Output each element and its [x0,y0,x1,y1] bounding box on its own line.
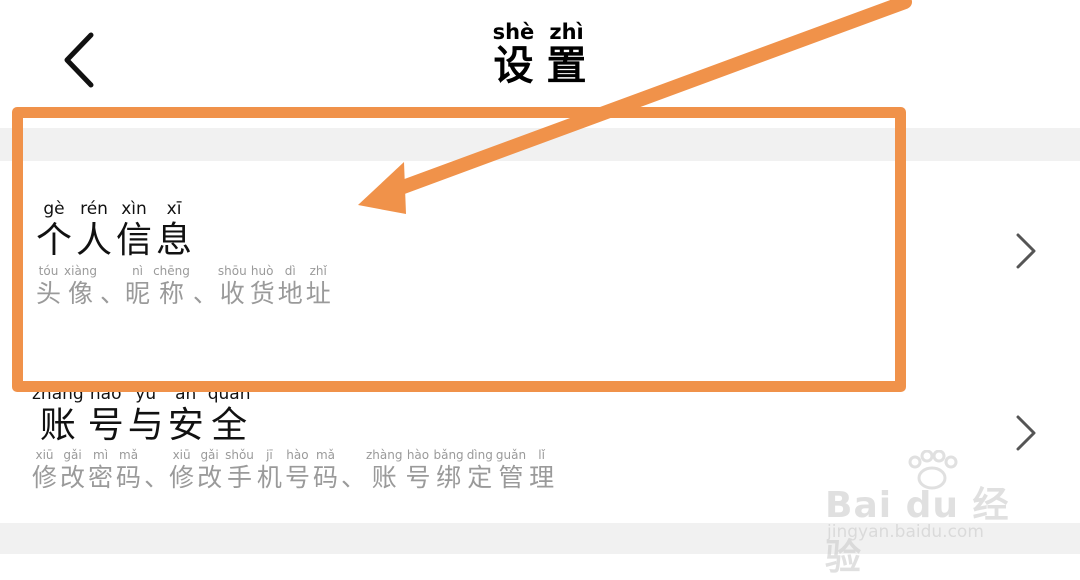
hanzi: 址 [305,279,331,308]
subtitle-char: shǒu 手 [225,449,254,490]
subtitle-char: zhàng 账 [366,449,402,490]
baidu-watermark: Bai du 经验 jingyan.baidu.com [825,450,1035,578]
separator: 、 [340,463,366,492]
hanzi: 个 [36,220,73,261]
subtitle-char: dìng 定 [467,449,493,490]
row-title: zhàng 账 hào 号 yǔ 与 ān 安 quán 全 [32,386,255,444]
hanzi: 码 [312,463,338,492]
title-char: ān 安 [168,386,204,444]
subtitle-char: dì 地 [278,265,303,306]
hanzi: 定 [467,463,493,492]
subtitle-char: mǎ 码 [313,449,338,490]
hanzi: 码 [116,463,142,492]
subtitle-char: guǎn 管 [496,449,526,490]
hanzi: 修 [169,463,195,492]
subtitle-char: tóu 头 [36,265,61,306]
hanzi: 账 [39,405,76,446]
row-subtitle: tóu 头 xiàng 像、 nì 昵 chēng 称、 shōu 收 huò 货 dì 地 zhǐ 址 [36,265,334,306]
hanzi: 改 [60,463,86,492]
subtitle-char: xiàng 像 [64,265,97,306]
watermark-url: jingyan.baidu.com [827,522,984,542]
hanzi: 理 [529,463,555,492]
subtitle-char: huò 货 [250,265,275,306]
subtitle-char: jī 机 [257,449,282,490]
hanzi: 称 [158,279,184,308]
section-divider [0,128,1080,161]
hanzi: 与 [127,405,164,446]
hanzi: 号 [405,463,431,492]
hanzi: 安 [167,405,204,446]
hanzi: 信 [116,220,153,261]
subtitle-char: mì 密 [88,449,113,490]
hanzi: 收 [219,279,245,308]
title-char: zhàng 账 [32,386,84,444]
hanzi: 息 [156,220,193,261]
subtitle-char: hào 号 [405,449,430,490]
hanzi: 账 [371,463,397,492]
title-char: rén 人 [76,201,112,259]
hanzi: 号 [87,405,124,446]
page-title: shè 设 zhì 置 [440,20,640,89]
separator: 、 [100,279,126,308]
chevron-right-icon [1016,233,1036,269]
row-subtitle: xiū 修 gǎi 改 mì 密 mǎ 码、 xiū 修 gǎi 改 shǒu 手 jī 机 hào 号 mǎ 码、 z… [32,449,557,490]
hanzi: 货 [249,279,275,308]
hanzi: 管 [498,463,524,492]
title-char: quán 全 [208,386,251,444]
subtitle-char: xiū 修 [169,449,194,490]
subtitle-char: gǎi 改 [60,449,85,490]
title-char: hào 号 [88,386,124,444]
title-char: zhì 置 [546,20,587,89]
title-char: shè 设 [492,20,535,89]
chevron-right-icon [1016,415,1036,451]
hanzi: 号 [284,463,310,492]
title-char: yǔ 与 [128,386,164,444]
subtitle-char: bǎng 绑 [433,449,463,490]
title-char: gè 个 [36,201,72,259]
hanzi: 机 [256,463,282,492]
hanzi: 绑 [436,463,462,492]
subtitle-char: zhǐ 址 [306,265,331,306]
subtitle-char: chēng 称 [153,265,190,306]
subtitle-char: lǐ 理 [529,449,554,490]
hanzi: 像 [68,279,94,308]
hanzi: 密 [88,463,114,492]
subtitle-char: mǎ 码 [116,449,141,490]
subtitle-char: hào 号 [285,449,310,490]
settings-row-personal-info[interactable]: gè 个 rén 人 xìn 信 xī 息 tóu 头 xiàng 像、 nì 昵 chēng 称、 shōu… [0,161,1080,373]
header-bar: shè 设 zhì 置 [0,0,1080,125]
back-button[interactable] [55,25,115,95]
hanzi: 昵 [125,279,151,308]
subtitle-char: nì 昵 [125,265,150,306]
separator: 、 [192,279,218,308]
chevron-left-icon [64,32,94,88]
hanzi: 手 [227,463,253,492]
hanzi: 修 [32,463,58,492]
hanzi: 头 [36,279,62,308]
subtitle-char: xiū 修 [32,449,57,490]
hanzi: 全 [211,405,248,446]
subtitle-char: shōu 收 [218,265,247,306]
title-char: xī 息 [156,201,192,259]
hanzi: 人 [76,220,113,261]
hanzi: 地 [277,279,303,308]
row-title: gè 个 rén 人 xìn 信 xī 息 [36,201,196,259]
title-char: xìn 信 [116,201,152,259]
separator: 、 [144,463,170,492]
subtitle-char: gǎi 改 [197,449,222,490]
hanzi: 改 [197,463,223,492]
